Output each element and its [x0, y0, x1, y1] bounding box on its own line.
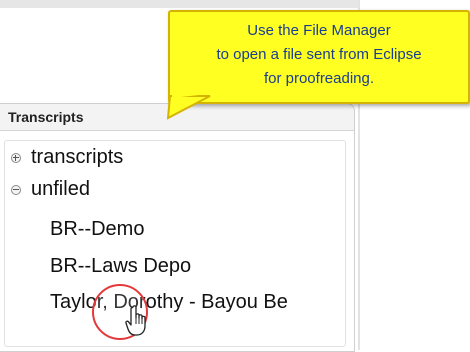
callout-pointer	[166, 94, 211, 120]
top-toolbar-strip	[0, 0, 360, 8]
file-item-br-demo[interactable]: BR--Demo	[50, 215, 144, 243]
callout-line-1: Use the File Manager	[247, 22, 391, 39]
instruction-callout: Use the File Manager to open a file sent…	[168, 10, 470, 104]
file-label: BR--Demo	[50, 218, 145, 240]
folder-label: transcripts	[31, 146, 124, 168]
hand-pointer-icon	[125, 305, 146, 336]
expand-toggle-icon[interactable]	[11, 153, 21, 163]
file-label: BR--Laws Depo	[50, 255, 192, 277]
file-label: Taylor, Dorothy - Bayou Be	[50, 291, 288, 313]
callout-line-2: to open a file sent from Eclipse	[216, 46, 422, 63]
file-item-br-laws-depo[interactable]: BR--Laws Depo	[50, 252, 191, 280]
folder-label: unfiled	[31, 178, 90, 200]
callout-line-3: for proofreading.	[263, 70, 375, 87]
collapse-toggle-icon[interactable]	[11, 185, 21, 195]
panel-title: Transcripts	[8, 109, 84, 125]
file-item-taylor-dorothy[interactable]: Taylor, Dorothy - Bayou Be	[50, 288, 288, 316]
